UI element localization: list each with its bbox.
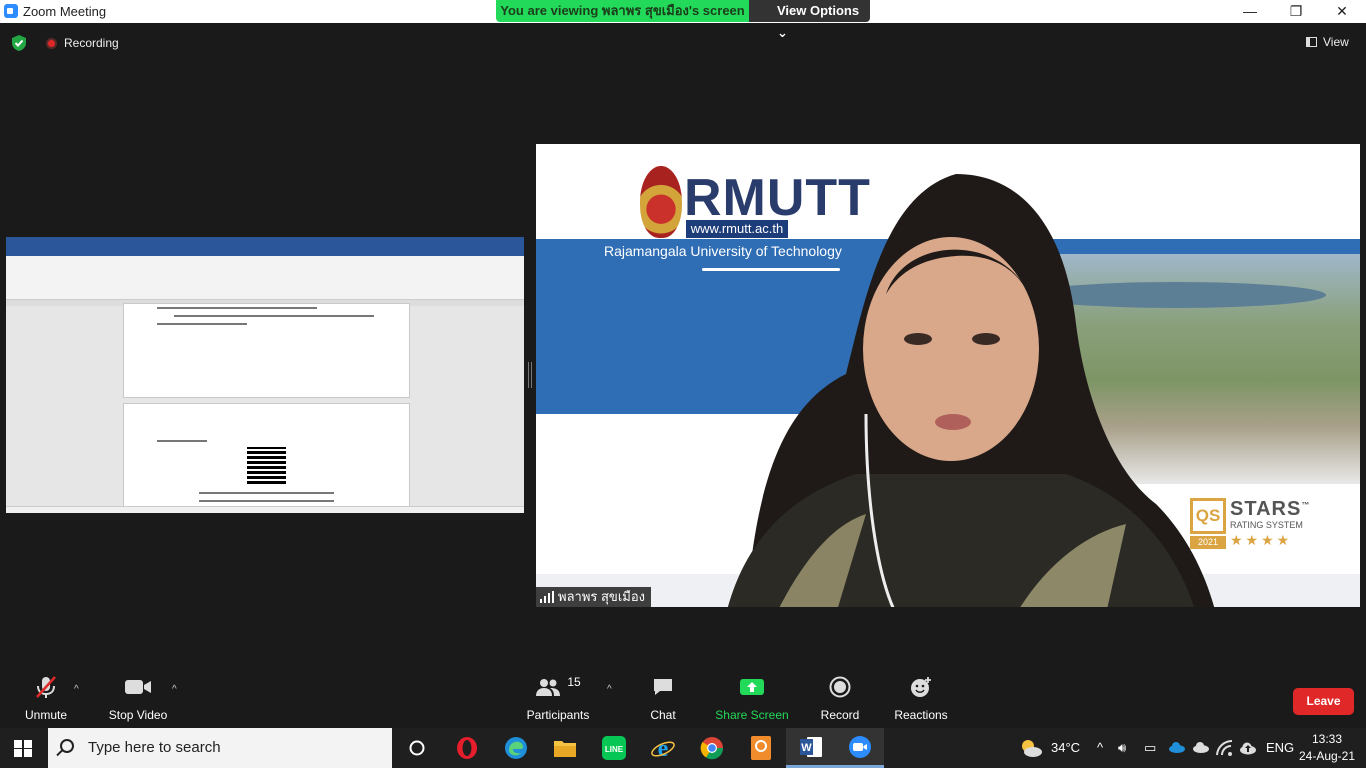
record-button[interactable]: Record	[816, 670, 864, 728]
meeting-toolbar: Unmute ^ Stop Video ^ 15 Participants ^ …	[0, 670, 1366, 728]
screen-share-banner: You are viewing พลาพร สุขเมือง's screen …	[496, 0, 870, 40]
reactions-smiley-icon	[911, 677, 931, 697]
recording-label[interactable]: Recording	[64, 36, 119, 50]
svg-text:LINE: LINE	[604, 745, 623, 754]
record-icon	[829, 676, 851, 698]
chat-button[interactable]: Chat	[640, 670, 686, 728]
chat-label: Chat	[650, 708, 676, 722]
file-explorer-icon[interactable]	[540, 728, 589, 768]
word-status-bar	[6, 506, 524, 513]
qs-star-row: ★★★★	[1230, 532, 1293, 548]
search-icon	[60, 739, 74, 753]
word-ribbon	[6, 256, 524, 300]
participants-count: 15	[567, 675, 581, 689]
show-hidden-icons-icon[interactable]: ^	[1097, 740, 1103, 755]
reactions-button[interactable]: Reactions	[892, 670, 950, 728]
microsoft-word-icon[interactable]: W	[786, 728, 835, 768]
participant-person	[727, 174, 1215, 607]
participant-name: พลาพร สุขเมือง	[558, 589, 645, 604]
opera-browser-icon[interactable]	[442, 728, 491, 768]
participant-name-tag: พลาพร สุขเมือง	[536, 587, 651, 607]
wifi-icon[interactable]	[1216, 740, 1234, 756]
view-layout-icon	[1306, 37, 1317, 47]
zoom-app-icon[interactable]	[835, 728, 884, 768]
document-page	[123, 303, 410, 398]
record-label: Record	[820, 708, 860, 722]
qr-code-image	[247, 447, 286, 486]
stop-video-label: Stop Video	[108, 708, 168, 722]
reactions-label: Reactions	[894, 708, 948, 722]
clock-time: 13:33	[1311, 732, 1343, 746]
windows-start-icon[interactable]	[14, 740, 32, 757]
split-drag-handle[interactable]	[528, 362, 532, 388]
participant-video[interactable]: RMUTT www.rmutt.ac.th ราชมงคลธัญ Rajaman…	[536, 144, 1360, 607]
chat-bubble-icon	[654, 679, 672, 695]
qs-label: QS	[1190, 498, 1226, 534]
edge-browser-icon[interactable]	[491, 728, 540, 768]
view-label: View	[1323, 35, 1349, 49]
input-language[interactable]: ENG	[1266, 740, 1294, 755]
share-screen-button[interactable]: Share Screen	[714, 670, 790, 728]
pdf-editor-icon[interactable]	[736, 728, 785, 768]
encryption-shield-icon[interactable]	[10, 34, 28, 52]
qs-year: 2021	[1190, 536, 1226, 549]
windows-taskbar: Type here to search LINE e W 34°C ^ 🔊︎ ▭…	[0, 728, 1366, 768]
task-view-icon[interactable]	[392, 728, 441, 768]
word-ribbon-tabs	[6, 247, 524, 256]
volume-icon[interactable]: 🔊︎	[1118, 740, 1126, 756]
battery-icon[interactable]: ▭	[1144, 740, 1156, 756]
word-title-bar	[6, 237, 524, 247]
chrome-browser-icon[interactable]	[687, 728, 736, 768]
unmute-label: Unmute	[24, 708, 68, 722]
weather-partly-cloudy-icon[interactable]	[1019, 738, 1043, 758]
share-screen-icon	[740, 679, 764, 695]
svg-text:W: W	[801, 742, 812, 754]
unmute-button[interactable]: Unmute	[16, 670, 76, 728]
participants-label: Participants	[526, 708, 590, 722]
restore-button[interactable]: ❐	[1273, 0, 1319, 23]
window-title: Zoom Meeting	[23, 4, 107, 19]
muted-mic-icon	[36, 676, 56, 698]
participants-button[interactable]: 15 Participants	[524, 670, 592, 728]
view-button[interactable]: View	[1306, 35, 1349, 49]
qs-stars-badge: QS STARS™ RATING SYSTEM 2021 ★★★★	[1190, 496, 1324, 552]
taskbar-search-box[interactable]: Type here to search	[48, 728, 392, 768]
recording-icon	[46, 38, 57, 49]
university-seal-icon	[640, 166, 682, 238]
view-options-button[interactable]: View Options ⌄	[749, 0, 870, 40]
cloud-upload-icon[interactable]	[1239, 741, 1257, 755]
zoom-logo-icon	[4, 4, 18, 18]
share-screen-label: Share Screen	[715, 708, 789, 722]
taskbar-clock[interactable]: 13:33 24-Aug-21	[1296, 731, 1358, 765]
search-placeholder: Type here to search	[88, 739, 221, 756]
svg-text:e: e	[657, 736, 668, 761]
video-camera-icon	[125, 680, 151, 694]
participants-options-caret-icon[interactable]: ^	[607, 684, 612, 695]
qs-rating-text: RATING SYSTEM	[1230, 520, 1303, 530]
qs-stars-text: STARS™	[1230, 498, 1311, 520]
internet-explorer-icon[interactable]: e	[638, 728, 687, 768]
cloud-sync-icon[interactable]	[1192, 741, 1210, 753]
viewing-indicator: You are viewing พลาพร สุขเมือง's screen	[496, 0, 749, 22]
close-button[interactable]: ✕	[1319, 0, 1365, 23]
shared-screen[interactable]	[6, 237, 524, 513]
leave-button[interactable]: Leave	[1293, 688, 1354, 715]
audio-options-caret-icon[interactable]: ^	[74, 684, 79, 695]
signal-strength-icon	[540, 591, 554, 603]
video-options-caret-icon[interactable]: ^	[172, 684, 177, 695]
zoom-meeting-screen: Zoom Meeting — ❐ ✕ You are viewing พลาพร…	[0, 0, 1366, 768]
clock-date: 24-Aug-21	[1298, 749, 1356, 763]
stop-video-button[interactable]: Stop Video	[106, 670, 170, 728]
minimize-button[interactable]: —	[1227, 0, 1273, 23]
participants-icon	[536, 679, 561, 696]
line-app-icon[interactable]: LINE	[589, 728, 638, 768]
onedrive-cloud-icon[interactable]	[1168, 741, 1186, 753]
temperature[interactable]: 34°C	[1051, 740, 1080, 755]
